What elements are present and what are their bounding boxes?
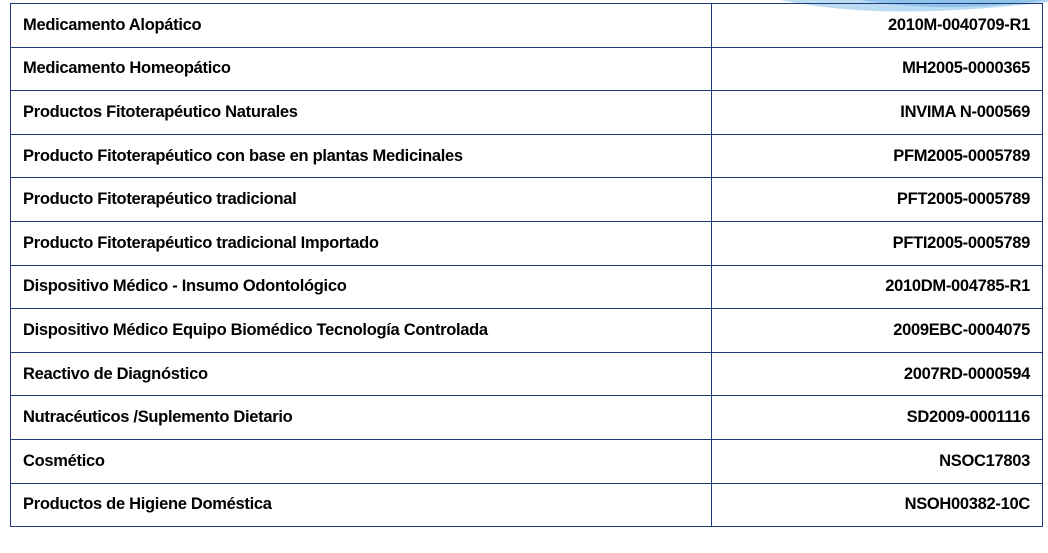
product-name-cell: Dispositivo Médico - Insumo Odontológico xyxy=(10,264,712,310)
registration-code-cell: PFTI2005-0005789 xyxy=(711,220,1043,266)
table-row: Cosmético NSOC17803 xyxy=(10,438,1043,484)
slide: Medicamento Alopático 2010M-0040709-R1 M… xyxy=(0,0,1048,553)
product-name-cell: Productos de Higiene Doméstica xyxy=(10,482,712,528)
product-name-cell: Reactivo de Diagnóstico xyxy=(10,351,712,397)
product-name-cell: Cosmético xyxy=(10,438,712,484)
product-name-cell: Producto Fitoterapéutico con base en pla… xyxy=(10,133,712,179)
registration-code-cell: 2010DM-004785-R1 xyxy=(711,264,1043,310)
table-row: Producto Fitoterapéutico tradicional Imp… xyxy=(10,220,1043,266)
registration-code-cell: NSOC17803 xyxy=(711,438,1043,484)
registration-code-cell: NSOH00382-10C xyxy=(711,482,1043,528)
product-name-cell: Producto Fitoterapéutico tradicional Imp… xyxy=(10,220,712,266)
registration-code-cell: PFM2005-0005789 xyxy=(711,133,1043,179)
product-name-cell: Nutracéuticos /Suplemento Dietario xyxy=(10,395,712,440)
registration-codes-table: Medicamento Alopático 2010M-0040709-R1 M… xyxy=(10,3,1043,528)
registration-code-cell: 2010M-0040709-R1 xyxy=(711,3,1043,48)
registration-code-cell: INVIMA N-000569 xyxy=(711,90,1043,135)
table-row: Medicamento Homeopático MH2005-0000365 xyxy=(10,46,1043,92)
table-row: Dispositivo Médico - Insumo Odontológico… xyxy=(10,264,1043,310)
product-name-cell: Producto Fitoterapéutico tradicional xyxy=(10,177,712,222)
table-row: Nutracéuticos /Suplemento Dietario SD200… xyxy=(10,395,1043,440)
product-name-cell: Productos Fitoterapéutico Naturales xyxy=(10,90,712,135)
registration-code-cell: 2007RD-0000594 xyxy=(711,351,1043,397)
product-name-cell: Dispositivo Médico Equipo Biomédico Tecn… xyxy=(10,308,712,353)
registration-code-cell: PFT2005-0005789 xyxy=(711,177,1043,222)
table-row: Reactivo de Diagnóstico 2007RD-0000594 xyxy=(10,351,1043,397)
registration-code-cell: MH2005-0000365 xyxy=(711,46,1043,92)
table-row: Medicamento Alopático 2010M-0040709-R1 xyxy=(10,3,1043,48)
table-row: Producto Fitoterapéutico con base en pla… xyxy=(10,133,1043,179)
registration-code-cell: 2009EBC-0004075 xyxy=(711,308,1043,353)
registration-code-cell: SD2009-0001116 xyxy=(711,395,1043,440)
table-row: Producto Fitoterapéutico tradicional PFT… xyxy=(10,177,1043,222)
product-name-cell: Medicamento Homeopático xyxy=(10,46,712,92)
product-name-cell: Medicamento Alopático xyxy=(10,3,712,48)
table-row: Productos Fitoterapéutico Naturales INVI… xyxy=(10,90,1043,135)
table-row: Productos de Higiene Doméstica NSOH00382… xyxy=(10,482,1043,528)
table-row: Dispositivo Médico Equipo Biomédico Tecn… xyxy=(10,308,1043,353)
